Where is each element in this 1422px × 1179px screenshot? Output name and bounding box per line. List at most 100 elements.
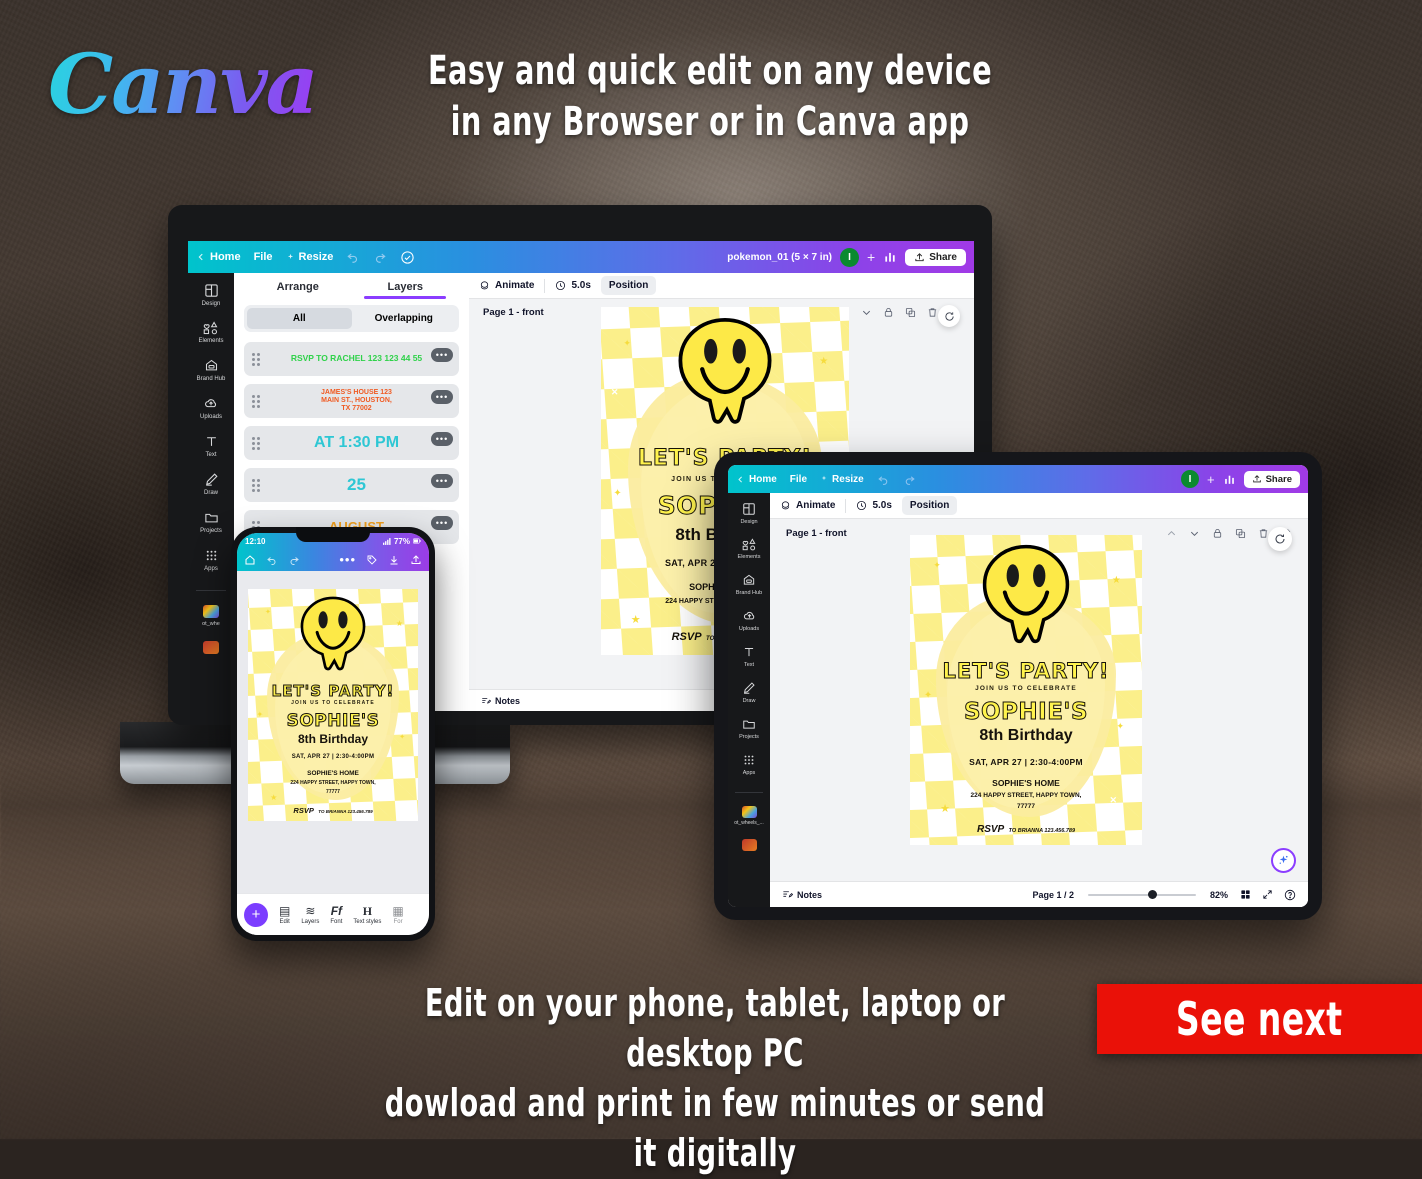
see-next-banner[interactable]: See next xyxy=(1097,984,1422,1054)
layer-row[interactable]: 25 ••• xyxy=(244,468,459,502)
duration-button[interactable]: 5.0s xyxy=(555,280,591,291)
animate-button[interactable]: Animate xyxy=(780,500,835,511)
sidebar-item-brand-hub[interactable]: Brand Hub xyxy=(197,358,225,382)
download-icon[interactable] xyxy=(388,554,400,566)
tab-layers[interactable]: Layers xyxy=(352,281,460,299)
file-menu-button[interactable]: File xyxy=(254,251,273,263)
comment-button[interactable] xyxy=(938,305,960,327)
home-icon[interactable] xyxy=(244,554,256,566)
lock-icon[interactable] xyxy=(1212,528,1223,539)
back-home-button[interactable]: Home xyxy=(736,474,777,485)
duplicate-icon[interactable] xyxy=(1235,528,1246,539)
sidebar-item-brand-hub[interactable]: Brand Hub xyxy=(736,573,762,596)
redo-icon[interactable] xyxy=(373,250,387,264)
notes-button[interactable]: Notes xyxy=(782,889,822,900)
phone-invitation-card[interactable]: ✦ ✕ ★ ✦ ✦ ★ LET'S PARTY! JOIN US TO CELE… xyxy=(248,589,418,821)
sidebar-item-draw[interactable]: Draw xyxy=(204,472,219,496)
undo-icon[interactable] xyxy=(346,250,360,264)
sidebar-item-text[interactable]: Text xyxy=(204,434,219,458)
phone-tab-layers[interactable]: ≋ Layers xyxy=(301,905,319,925)
sidebar-item-apps[interactable]: Apps xyxy=(742,753,756,776)
help-icon[interactable] xyxy=(1284,889,1296,901)
duration-button[interactable]: 5.0s xyxy=(856,500,892,511)
file-menu-button[interactable]: File xyxy=(790,474,807,485)
share-icon[interactable] xyxy=(410,554,422,566)
sidebar-item-uploads[interactable]: Uploads xyxy=(200,396,222,420)
duplicate-icon[interactable] xyxy=(905,307,916,318)
magic-studio-button[interactable] xyxy=(1271,848,1296,873)
sidebar-item-apps[interactable]: Apps xyxy=(204,548,219,572)
more-options-icon[interactable]: ••• xyxy=(431,432,453,446)
notes-button[interactable]: Notes xyxy=(481,696,520,706)
drag-handle-icon[interactable] xyxy=(252,436,262,450)
share-button[interactable]: Share xyxy=(905,248,966,266)
delete-trash-icon[interactable] xyxy=(927,307,938,318)
avatar[interactable]: I xyxy=(1181,470,1199,488)
zoom-slider[interactable] xyxy=(1087,890,1196,899)
back-home-button[interactable]: Home xyxy=(196,251,241,263)
invitation-content: LET'S PARTY! JOIN US TO CELEBRATE SOPHIE… xyxy=(910,535,1142,845)
insights-icon[interactable] xyxy=(883,250,897,264)
resize-button[interactable]: Resize xyxy=(820,474,864,485)
move-down-icon[interactable] xyxy=(861,307,872,318)
move-down-icon[interactable] xyxy=(1189,528,1200,539)
drag-handle-icon[interactable] xyxy=(252,394,262,408)
zoom-slider-knob[interactable] xyxy=(1147,890,1157,899)
segment-overlapping[interactable]: Overlapping xyxy=(352,308,457,329)
resize-button[interactable]: Resize xyxy=(286,251,333,263)
share-button[interactable]: Share xyxy=(1243,470,1300,488)
segment-all[interactable]: All xyxy=(247,308,352,329)
sidebar-item-text[interactable]: Text xyxy=(742,645,756,668)
sidebar-recent-thumb-1[interactable]: ot_whe xyxy=(202,605,220,627)
sidebar-label-draw: Draw xyxy=(742,698,756,704)
cloud-saved-icon[interactable] xyxy=(400,250,415,265)
more-options-icon[interactable]: ••• xyxy=(431,474,453,488)
grid-view-icon[interactable] xyxy=(1240,889,1251,900)
sidebar-item-projects[interactable]: Projects xyxy=(200,510,222,534)
phone-screen: 12:10 77% ••• ✦ ✕ ★ ✦ ✦ ★ LET'S PARTY! J… xyxy=(237,533,429,935)
position-button[interactable]: Position xyxy=(901,496,958,515)
sidebar-item-elements[interactable]: Elements xyxy=(198,321,224,344)
phone-tab-edit[interactable]: ▤ Edit xyxy=(279,905,290,925)
zoom-level[interactable]: 82% xyxy=(1210,890,1228,900)
sidebar-item-uploads[interactable]: Uploads xyxy=(739,609,759,632)
drag-handle-icon[interactable] xyxy=(252,478,262,492)
sidebar-item-design[interactable]: Design xyxy=(202,283,220,307)
drag-handle-icon[interactable] xyxy=(252,352,262,366)
more-options-icon[interactable]: ••• xyxy=(339,553,356,566)
redo-icon[interactable] xyxy=(288,554,300,566)
layer-row[interactable]: RSVP TO RACHEL 123 123 44 55 ••• xyxy=(244,342,459,376)
animate-button[interactable]: Animate xyxy=(479,280,534,291)
tab-arrange[interactable]: Arrange xyxy=(244,281,352,293)
insights-icon[interactable] xyxy=(1223,473,1236,486)
comment-button[interactable] xyxy=(1268,527,1292,551)
phone-tab-font[interactable]: Ff Font xyxy=(330,905,342,925)
phone-tab-format[interactable]: ▦ For xyxy=(392,905,403,925)
tablet-invitation-card[interactable]: ✦ ✕ ★ ✦ ✦ ★ ✕ LET'S PARTY! JOIN US TO CE… xyxy=(910,535,1142,845)
layer-row[interactable]: AT 1:30 PM ••• xyxy=(244,426,459,460)
position-button[interactable]: Position xyxy=(600,276,657,295)
redo-icon[interactable] xyxy=(903,473,916,486)
add-collaborator-button[interactable]: + xyxy=(1207,472,1215,487)
tag-icon[interactable] xyxy=(366,554,378,566)
layer-row[interactable]: JAMES'S HOUSE 123 MAIN ST., HOUSTON, TX … xyxy=(244,384,459,418)
undo-icon[interactable] xyxy=(877,473,890,486)
sidebar-item-elements[interactable]: Elements xyxy=(738,538,760,560)
more-options-icon[interactable]: ••• xyxy=(431,348,453,362)
undo-icon[interactable] xyxy=(266,554,278,566)
move-up-icon[interactable] xyxy=(1166,528,1177,539)
phone-tab-text-styles[interactable]: H Text styles xyxy=(353,905,381,925)
more-options-icon[interactable]: ••• xyxy=(431,390,453,404)
sidebar-recent-thumb-1[interactable]: ot_wheels_... xyxy=(734,806,764,826)
sidebar-recent-thumb-2[interactable] xyxy=(203,641,219,654)
add-collaborator-button[interactable]: + xyxy=(867,249,875,265)
sidebar-item-draw[interactable]: Draw xyxy=(742,681,756,704)
add-element-fab[interactable]: + xyxy=(244,902,268,927)
avatar[interactable]: I xyxy=(840,247,860,267)
invite-title: LET'S PARTY! xyxy=(942,659,1110,684)
lock-icon[interactable] xyxy=(883,307,894,318)
sidebar-recent-thumb-2[interactable] xyxy=(741,839,757,851)
fullscreen-icon[interactable] xyxy=(1262,889,1273,900)
sidebar-item-projects[interactable]: Projects xyxy=(739,717,759,740)
sidebar-item-design[interactable]: Design xyxy=(740,502,758,525)
